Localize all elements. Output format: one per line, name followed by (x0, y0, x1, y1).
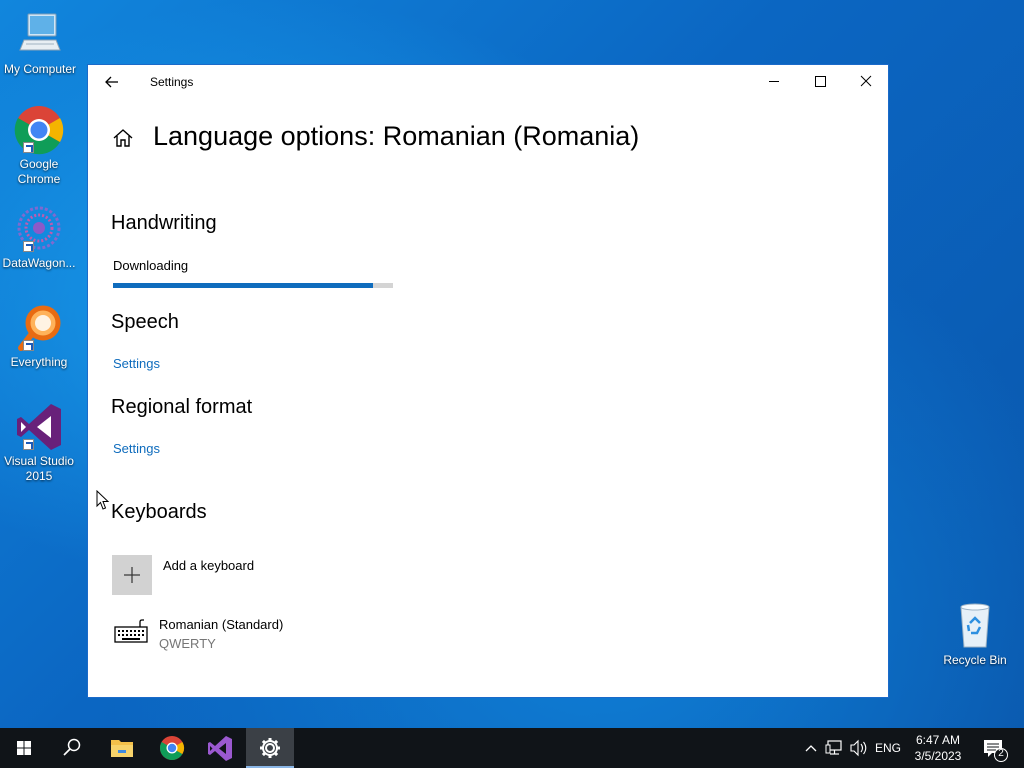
visual-studio-icon (208, 736, 232, 761)
visual-studio-icon (13, 402, 65, 452)
notification-icon (984, 740, 1008, 762)
keyboards-heading: Keyboards (111, 501, 207, 523)
recycle-bin-icon (949, 601, 1001, 651)
action-center-button[interactable]: 2 (978, 728, 1012, 768)
desktop-icon-everything[interactable]: Everything (0, 303, 79, 370)
back-button[interactable] (100, 71, 124, 93)
shortcut-arrow-icon (23, 439, 34, 450)
minimize-icon (769, 81, 779, 82)
start-button[interactable] (0, 728, 48, 768)
keyboard-icon (114, 619, 148, 645)
regional-format-heading: Regional format (111, 396, 253, 418)
keyboard-item-name: Romanian (Standard) (159, 617, 284, 632)
computer-icon (14, 10, 66, 60)
shortcut-arrow-icon (23, 241, 34, 252)
minimize-button[interactable] (751, 65, 797, 99)
close-icon (860, 75, 872, 87)
network-button[interactable] (824, 728, 846, 768)
show-hidden-icons-button[interactable] (802, 728, 820, 768)
page-title: Language options: Romanian (Romania) (153, 121, 640, 151)
keyboard-item-layout: QWERTY (159, 636, 216, 651)
close-button[interactable] (843, 65, 889, 99)
taskbar-chrome[interactable] (148, 728, 196, 768)
desktop: My Computer Google Chrome DataWagon... E… (0, 0, 1024, 728)
download-progress-fill (113, 283, 374, 288)
home-button[interactable] (112, 127, 134, 149)
maximize-icon (815, 76, 826, 87)
desktop-icon-label: Google Chrome (17, 157, 61, 186)
search-button[interactable] (48, 728, 96, 768)
network-icon (825, 740, 842, 755)
desktop-icon-label: Visual Studio 2015 (4, 454, 74, 483)
title-bar: Settings (88, 65, 888, 99)
search-icon (63, 738, 81, 756)
shortcut-arrow-icon (23, 142, 34, 153)
taskbar-visual-studio[interactable] (196, 728, 244, 768)
download-progress-bar (113, 283, 393, 288)
gear-icon (260, 738, 280, 758)
taskbar: ENG 6:47 AM 3/5/2023 2 (0, 728, 1024, 768)
handwriting-heading: Handwriting (111, 212, 217, 234)
desktop-icon-label: Recycle Bin (943, 653, 1007, 667)
mouse-cursor-icon (96, 489, 110, 511)
desktop-icon-label: DataWagon... (2, 256, 76, 270)
speech-settings-link[interactable]: Settings (113, 356, 160, 371)
chevron-up-icon (805, 745, 817, 752)
notification-count: 2 (998, 748, 1004, 759)
add-keyboard-button[interactable]: Add a keyboard (112, 555, 332, 595)
download-status: Downloading (113, 258, 189, 273)
add-keyboard-label: Add a keyboard (163, 558, 255, 573)
speaker-icon (850, 739, 867, 757)
keyboard-item-romanian-standard[interactable]: Romanian (Standard) QWERTY (112, 615, 372, 655)
taskbar-settings[interactable] (246, 728, 294, 768)
input-language-indicator[interactable]: ENG (874, 728, 902, 768)
desktop-icon-label: Everything (10, 355, 68, 369)
desktop-icon-recycle-bin[interactable]: Recycle Bin (935, 601, 1015, 668)
desktop-icon-visual-studio[interactable]: Visual Studio 2015 (0, 402, 79, 484)
desktop-icon-chrome[interactable]: Google Chrome (0, 105, 79, 187)
taskbar-file-explorer[interactable] (98, 728, 146, 768)
chrome-icon (159, 736, 185, 761)
chrome-icon (13, 105, 65, 155)
shortcut-arrow-icon (23, 340, 34, 351)
clock-time: 6:47 AM (915, 733, 961, 747)
clock-date: 3/5/2023 (914, 749, 962, 763)
plus-icon (112, 555, 152, 595)
windows-logo-icon (17, 741, 31, 755)
desktop-icon-datawagon[interactable]: DataWagon... (0, 204, 79, 271)
back-arrow-icon (105, 76, 118, 88)
regional-format-settings-link[interactable]: Settings (113, 441, 160, 456)
speech-heading: Speech (111, 311, 179, 333)
volume-button[interactable] (848, 728, 870, 768)
home-icon (113, 129, 133, 147)
settings-window: Settings Language options: Romanian (Rom… (87, 64, 889, 698)
clock[interactable]: 6:47 AM 3/5/2023 (905, 732, 971, 764)
datawagon-icon (13, 204, 65, 254)
desktop-icon-my-computer[interactable]: My Computer (0, 10, 80, 77)
maximize-button[interactable] (797, 65, 843, 99)
window-title: Settings (150, 75, 194, 89)
file-explorer-icon (111, 740, 133, 757)
desktop-icon-label: My Computer (3, 62, 77, 76)
everything-icon (13, 303, 65, 353)
